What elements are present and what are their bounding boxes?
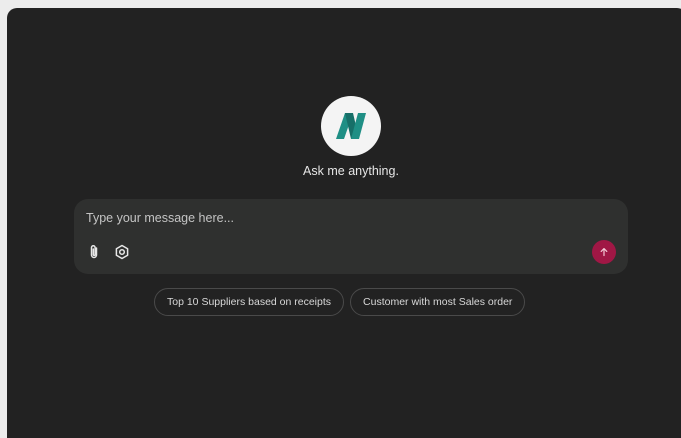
message-composer bbox=[74, 199, 628, 274]
message-input[interactable] bbox=[86, 208, 586, 228]
arrow-up-icon bbox=[600, 248, 608, 257]
brand-logo-icon bbox=[336, 113, 366, 139]
chat-panel: Ask me anything. Top 10 Suppliers based … bbox=[7, 8, 681, 438]
settings-button[interactable] bbox=[114, 244, 130, 260]
assistant-tagline: Ask me anything. bbox=[303, 164, 399, 178]
gear-icon bbox=[115, 244, 129, 260]
send-button[interactable] bbox=[592, 240, 616, 264]
suggestion-chip[interactable]: Top 10 Suppliers based on receipts bbox=[154, 288, 345, 316]
suggestion-chip[interactable]: Customer with most Sales order bbox=[350, 288, 526, 316]
assistant-logo bbox=[321, 96, 381, 156]
paperclip-icon bbox=[90, 244, 98, 259]
suggestion-list: Top 10 Suppliers based on receipts Custo… bbox=[154, 288, 526, 316]
attach-button[interactable] bbox=[86, 244, 102, 260]
